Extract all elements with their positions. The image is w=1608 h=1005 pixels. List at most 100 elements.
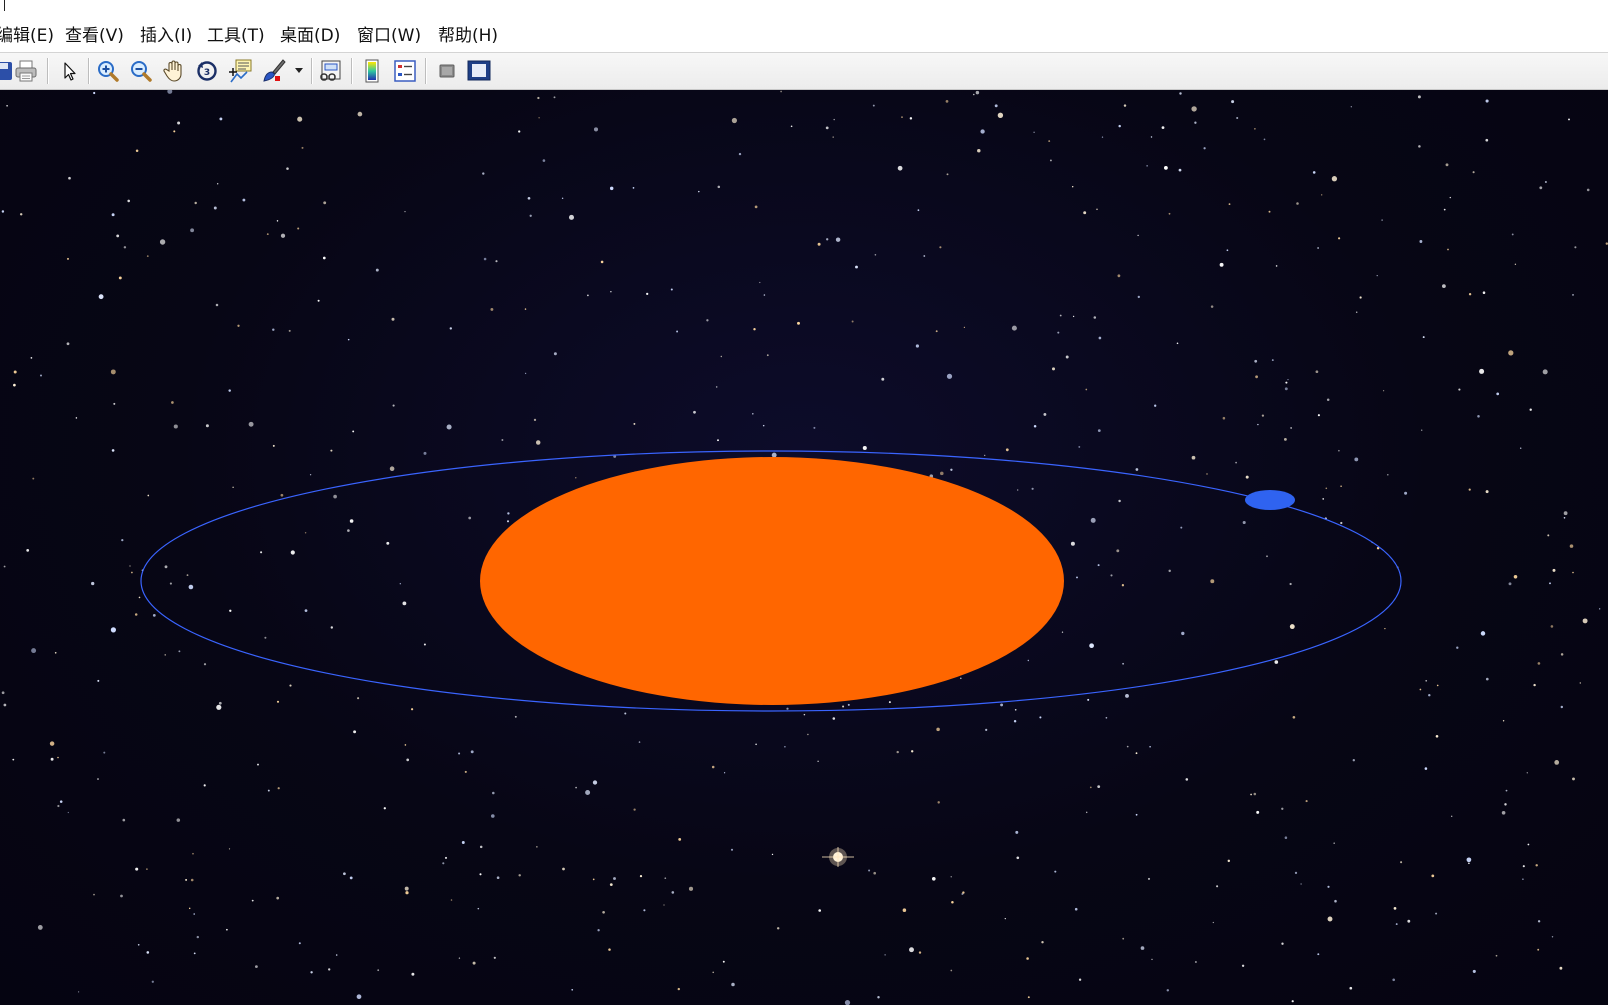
star bbox=[608, 948, 611, 951]
star bbox=[477, 907, 480, 910]
star bbox=[945, 100, 949, 103]
star bbox=[193, 952, 196, 955]
star bbox=[632, 187, 635, 189]
zoom-in-button[interactable] bbox=[95, 58, 121, 84]
star bbox=[1087, 698, 1090, 701]
solar-system-plot bbox=[1, 90, 1608, 1005]
star bbox=[1447, 248, 1449, 251]
menu-help[interactable]: 帮助(H) bbox=[438, 24, 506, 48]
star bbox=[1317, 953, 1320, 956]
star bbox=[1140, 946, 1145, 950]
star bbox=[490, 307, 494, 311]
link-plot-button[interactable] bbox=[318, 58, 344, 84]
star bbox=[1194, 961, 1197, 963]
star bbox=[817, 760, 819, 762]
star bbox=[464, 770, 467, 773]
data-cursor-button[interactable] bbox=[227, 58, 253, 84]
star bbox=[1256, 810, 1260, 814]
star bbox=[167, 90, 173, 94]
star bbox=[571, 988, 574, 991]
star bbox=[1219, 262, 1224, 267]
star bbox=[32, 477, 35, 480]
star bbox=[624, 712, 627, 715]
star bbox=[352, 430, 355, 433]
toolbar-separator bbox=[351, 58, 352, 84]
brush-button[interactable] bbox=[261, 58, 287, 84]
hide-plot-tools-button[interactable] bbox=[434, 58, 460, 84]
star bbox=[575, 786, 577, 789]
star bbox=[6, 104, 8, 107]
star bbox=[1151, 958, 1153, 961]
insert-legend-button[interactable] bbox=[392, 58, 418, 84]
menu-insert[interactable]: 插入(I) bbox=[140, 24, 200, 48]
star bbox=[1263, 138, 1266, 141]
star bbox=[975, 90, 980, 95]
star bbox=[1235, 461, 1237, 464]
star bbox=[977, 148, 981, 153]
rotate-3d-button[interactable]: 3 bbox=[194, 58, 220, 84]
print-button[interactable] bbox=[13, 58, 39, 84]
menu-view[interactable]: 查看(V) bbox=[65, 24, 132, 48]
star bbox=[946, 173, 949, 176]
star bbox=[677, 987, 680, 991]
star bbox=[1315, 370, 1319, 374]
star bbox=[1281, 807, 1284, 810]
star bbox=[1381, 219, 1383, 221]
star bbox=[600, 260, 604, 264]
star bbox=[1212, 921, 1214, 924]
star bbox=[1072, 315, 1075, 318]
star bbox=[1586, 188, 1590, 192]
star bbox=[423, 643, 426, 646]
star bbox=[335, 954, 338, 956]
star bbox=[1, 210, 5, 213]
star bbox=[423, 451, 427, 455]
star bbox=[1098, 336, 1102, 340]
star bbox=[1206, 473, 1208, 475]
pan-hand-icon bbox=[163, 60, 182, 82]
menu-tools[interactable]: 工具(T) bbox=[207, 24, 273, 48]
brush-dropdown[interactable] bbox=[292, 58, 306, 84]
star bbox=[470, 750, 474, 754]
figure-toolbar: 3 bbox=[0, 52, 1608, 90]
pan-button[interactable] bbox=[161, 58, 187, 84]
star bbox=[1435, 734, 1439, 738]
star bbox=[527, 196, 531, 200]
star bbox=[1485, 677, 1489, 681]
star bbox=[524, 372, 527, 375]
star bbox=[862, 445, 867, 451]
star bbox=[492, 791, 495, 795]
star bbox=[404, 744, 407, 746]
star bbox=[228, 389, 231, 392]
star bbox=[803, 713, 806, 716]
star bbox=[872, 104, 875, 107]
menu-desktop[interactable]: 桌面(D) bbox=[280, 24, 348, 48]
star bbox=[1552, 568, 1556, 572]
figure-canvas[interactable] bbox=[0, 90, 1608, 1005]
menu-window[interactable]: 窗口(W) bbox=[357, 24, 429, 48]
star bbox=[506, 520, 510, 523]
star bbox=[609, 883, 613, 886]
star bbox=[288, 329, 291, 332]
star bbox=[1078, 978, 1082, 981]
star bbox=[1070, 541, 1075, 546]
star bbox=[406, 758, 410, 762]
zoom-out-button[interactable] bbox=[128, 58, 154, 84]
menu-edit[interactable]: 编辑(E) bbox=[0, 24, 62, 48]
star bbox=[386, 541, 390, 545]
star bbox=[1005, 448, 1009, 452]
star bbox=[178, 650, 181, 653]
pointer-icon bbox=[64, 62, 76, 81]
star bbox=[918, 951, 922, 954]
star bbox=[1572, 571, 1574, 574]
star bbox=[1338, 449, 1340, 452]
star bbox=[755, 743, 757, 746]
edit-plot-button[interactable] bbox=[56, 58, 82, 84]
show-plot-tools-button[interactable] bbox=[466, 58, 492, 84]
star bbox=[217, 183, 219, 185]
star bbox=[1496, 392, 1500, 396]
star bbox=[1333, 842, 1335, 844]
star bbox=[1135, 468, 1139, 471]
insert-colorbar-button[interactable] bbox=[359, 58, 385, 84]
star bbox=[461, 841, 465, 844]
star bbox=[1027, 659, 1030, 662]
